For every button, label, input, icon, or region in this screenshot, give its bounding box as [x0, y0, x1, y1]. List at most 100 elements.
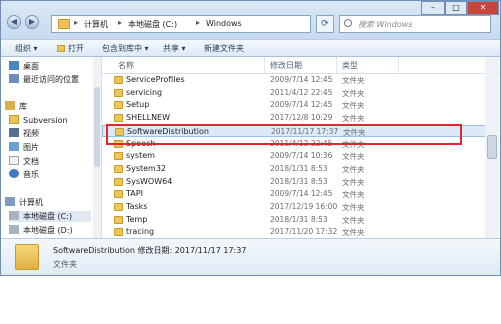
- file-row[interactable]: System32 2018/1/31 8:53 文件夹: [102, 163, 492, 176]
- library-icon: [5, 101, 15, 110]
- file-type: 文件夹: [342, 88, 365, 98]
- nav-item-drive-c[interactable]: 本地磁盘 (C:): [9, 211, 91, 222]
- chevron-right-icon[interactable]: ▸: [118, 18, 122, 27]
- nav-item-music[interactable]: 音乐: [9, 169, 39, 180]
- new-folder-button[interactable]: 新建文件夹: [204, 43, 244, 54]
- folder-icon: [114, 164, 123, 173]
- file-date: 2018/1/31 8:53: [270, 176, 328, 186]
- nav-item-drive-d[interactable]: 本地磁盘 (D:): [9, 225, 73, 236]
- nav-scrollbar-thumb[interactable]: [94, 87, 100, 167]
- breadcrumb-windows[interactable]: Windows: [206, 19, 242, 28]
- command-bar: 组织 ▾ 打开 包含到库中 ▾ 共享 ▾ 新建文件夹: [1, 39, 500, 57]
- search-icon: [344, 19, 352, 27]
- file-row[interactable]: SysWOW64 2018/1/31 8:53 文件夹: [102, 176, 492, 189]
- search-placeholder: 搜索 Windows: [358, 20, 413, 29]
- breadcrumb-computer[interactable]: 计算机: [84, 19, 108, 30]
- nav-item-computer[interactable]: 计算机: [5, 197, 43, 208]
- file-name: SysWOW64: [126, 176, 173, 186]
- close-button[interactable]: ✕: [467, 1, 499, 15]
- details-type: 文件夹: [53, 260, 77, 269]
- file-name: Tasks: [126, 202, 148, 211]
- nav-item-videos[interactable]: 视频: [9, 128, 39, 139]
- file-row[interactable]: ServiceProfiles 2009/7/14 12:45 文件夹: [102, 74, 492, 87]
- folder-icon: [114, 215, 123, 224]
- column-header-name[interactable]: 名称: [118, 60, 134, 71]
- forward-button[interactable]: ▶: [25, 15, 39, 29]
- maximize-button[interactable]: □: [445, 1, 467, 15]
- nav-label: 本地磁盘 (D:): [23, 226, 73, 235]
- nav-item-documents[interactable]: 文档: [9, 156, 39, 167]
- nav-label: 文档: [23, 157, 39, 166]
- file-row[interactable]: Tasks 2017/12/19 16:00 文件夹: [102, 201, 492, 214]
- explorer-window: ◀ ▶ ▸ 计算机 ▸ 本地磁盘 (C:) ▸ Windows ⟳ 搜索 Win…: [0, 0, 501, 276]
- file-name: tracing: [126, 227, 155, 237]
- details-pane: SoftwareDistribution 修改日期: 2017/11/17 17…: [1, 238, 500, 275]
- nav-item-pictures[interactable]: 图片: [9, 142, 39, 153]
- share-button[interactable]: 共享 ▾: [163, 43, 186, 54]
- folder-icon: [15, 244, 39, 270]
- file-row[interactable]: Setup 2009/7/14 12:45 文件夹: [102, 99, 492, 112]
- file-row[interactable]: system 2009/7/14 10:36 文件夹: [102, 150, 492, 163]
- nav-item-desktop[interactable]: 桌面: [9, 61, 39, 72]
- address-bar[interactable]: ▸ 计算机 ▸ 本地磁盘 (C:) ▸ Windows: [51, 15, 311, 33]
- file-type: 文件夹: [342, 228, 365, 238]
- nav-label: 图片: [23, 143, 39, 152]
- file-type: 文件夹: [342, 152, 365, 162]
- file-type: 文件夹: [342, 164, 365, 174]
- file-name: TAPI: [126, 189, 143, 199]
- file-list-scrollbar[interactable]: [485, 57, 499, 238]
- column-divider[interactable]: [336, 57, 337, 73]
- drive-icon: [9, 225, 19, 234]
- file-row[interactable]: Temp 2018/1/31 8:53 文件夹: [102, 214, 492, 227]
- folder-icon: [114, 228, 123, 237]
- details-name: SoftwareDistribution 修改日期: 2017/11/17 17…: [53, 246, 247, 255]
- open-button[interactable]: 打开: [57, 43, 84, 54]
- computer-icon: [5, 197, 15, 206]
- column-header-type[interactable]: 类型: [342, 60, 358, 71]
- folder-icon: [9, 115, 19, 124]
- folder-icon: [114, 88, 123, 97]
- open-label: 打开: [68, 44, 84, 53]
- file-list-scrollbar-thumb[interactable]: [487, 135, 497, 159]
- breadcrumb-drive-c[interactable]: 本地磁盘 (C:): [128, 19, 177, 30]
- file-row[interactable]: tracing 2017/11/20 17:32 文件夹: [102, 226, 492, 238]
- drive-icon: [9, 211, 19, 220]
- nav-label: Subversion: [23, 116, 68, 125]
- minimize-button[interactable]: –: [421, 1, 445, 15]
- nav-scrollbar[interactable]: [93, 57, 101, 238]
- nav-label: 桌面: [23, 62, 39, 71]
- column-divider[interactable]: [264, 57, 265, 73]
- folder-icon: [114, 76, 123, 84]
- nav-item-recent-places[interactable]: 最近访问的位置: [9, 74, 79, 85]
- file-row[interactable]: SHELLNEW 2017/12/8 10:29 文件夹: [102, 112, 492, 125]
- highlight-box: [106, 124, 462, 145]
- folder-icon: [114, 177, 123, 186]
- column-divider[interactable]: [398, 57, 399, 73]
- navigation-pane: 桌面 最近访问的位置 库 Subversion 视频 图片 文档 音乐 计算机 …: [1, 57, 102, 238]
- file-list: 名称 修改日期 类型 ServiceProfiles 2009/7/14 12:4…: [102, 57, 500, 238]
- nav-item-subversion[interactable]: Subversion: [9, 115, 68, 125]
- column-header-date[interactable]: 修改日期: [270, 60, 302, 71]
- folder-icon: [114, 190, 123, 199]
- file-row[interactable]: servicing 2011/4/12 22:45 文件夹: [102, 87, 492, 100]
- organize-button[interactable]: 组织 ▾: [15, 43, 38, 54]
- chevron-right-icon[interactable]: ▸: [196, 18, 200, 27]
- pictures-icon: [9, 142, 19, 151]
- desktop-icon: [9, 61, 19, 70]
- music-icon: [9, 169, 19, 178]
- address-row: ◀ ▶ ▸ 计算机 ▸ 本地磁盘 (C:) ▸ Windows ⟳ 搜索 Win…: [1, 1, 500, 39]
- file-name: System32: [126, 163, 167, 173]
- back-button[interactable]: ◀: [7, 15, 21, 29]
- nav-label: 计算机: [19, 198, 43, 207]
- file-row[interactable]: TAPI 2009/7/14 12:45 文件夹: [102, 188, 492, 201]
- nav-item-library[interactable]: 库: [5, 101, 27, 112]
- folder-icon: [114, 152, 123, 161]
- search-input[interactable]: 搜索 Windows: [339, 15, 491, 33]
- file-name: Setup: [126, 100, 150, 110]
- include-in-library-button[interactable]: 包含到库中 ▾: [102, 43, 149, 54]
- nav-label: 最近访问的位置: [23, 75, 79, 84]
- chevron-right-icon[interactable]: ▸: [74, 18, 78, 27]
- video-icon: [9, 128, 19, 137]
- refresh-button[interactable]: ⟳: [316, 15, 334, 33]
- file-date: 2017/12/8 10:29: [270, 113, 333, 123]
